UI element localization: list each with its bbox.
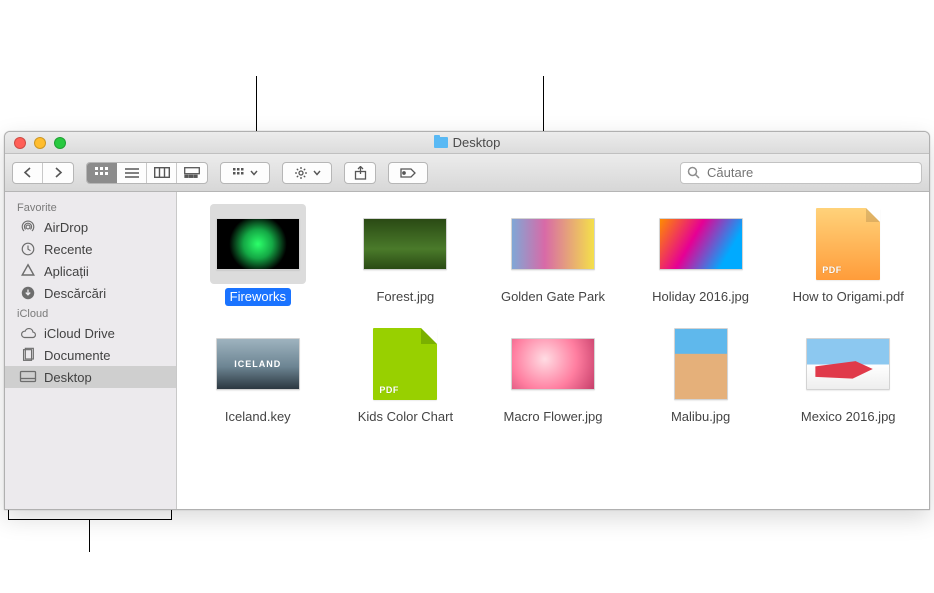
- file-name-label: Kids Color Chart: [353, 408, 458, 426]
- sidebar-item-label: Descărcări: [44, 286, 106, 301]
- documents-icon: [19, 347, 37, 363]
- file-item[interactable]: How to Origami.pdf: [777, 204, 919, 306]
- back-button[interactable]: [13, 163, 43, 183]
- search-field[interactable]: [680, 162, 922, 184]
- zoom-window-button[interactable]: [54, 137, 66, 149]
- file-name-label: Golden Gate Park: [496, 288, 610, 306]
- sidebar-item-label: iCloud Drive: [44, 326, 115, 341]
- minimize-window-button[interactable]: [34, 137, 46, 149]
- file-item[interactable]: Holiday 2016.jpg: [630, 204, 772, 306]
- file-item[interactable]: Malibu.jpg: [630, 324, 772, 426]
- list-view-button[interactable]: [117, 163, 147, 183]
- grid-icon: [95, 167, 109, 179]
- iclouddrive-icon: [19, 325, 37, 341]
- sidebar-item-iclouddrive[interactable]: iCloud Drive: [5, 322, 176, 344]
- sidebar-item-apps[interactable]: Aplicații: [5, 260, 176, 282]
- file-thumbnail: [357, 204, 453, 284]
- finder-window: Desktop: [4, 131, 930, 510]
- close-window-button[interactable]: [14, 137, 26, 149]
- file-item[interactable]: Kids Color Chart: [335, 324, 477, 426]
- forward-button[interactable]: [43, 163, 73, 183]
- group-by-button[interactable]: [220, 162, 270, 184]
- sidebar-item-label: Desktop: [44, 370, 92, 385]
- file-name-label: Mexico 2016.jpg: [796, 408, 901, 426]
- sidebar-section-header: Favorite: [5, 198, 176, 216]
- file-thumbnail: [800, 324, 896, 404]
- file-thumbnail: [505, 204, 601, 284]
- file-item[interactable]: Golden Gate Park: [482, 204, 624, 306]
- file-item[interactable]: ICELAND Iceland.key: [187, 324, 329, 426]
- search-icon: [687, 166, 700, 179]
- sidebar-item-airdrop[interactable]: AirDrop: [5, 216, 176, 238]
- file-thumbnail: [505, 324, 601, 404]
- share-icon: [354, 166, 367, 180]
- window-title: Desktop: [5, 132, 929, 153]
- tags-button[interactable]: [388, 162, 428, 184]
- chevron-left-icon: [23, 167, 32, 178]
- list-icon: [125, 168, 139, 178]
- file-thumbnail: [800, 204, 896, 284]
- file-thumbnail: [357, 324, 453, 404]
- file-browser: Fireworks Forest.jpg Golden Gate Park Holid…: [177, 192, 929, 509]
- file-name-label: Fireworks: [225, 288, 291, 306]
- desktop-icon: [19, 369, 37, 385]
- chevron-down-icon: [313, 170, 321, 176]
- sidebar-section-header: iCloud: [5, 304, 176, 322]
- sidebar-item-documents[interactable]: Documente: [5, 344, 176, 366]
- folder-icon: [434, 137, 448, 148]
- file-thumbnail: [653, 204, 749, 284]
- gallery-view-button[interactable]: [177, 163, 207, 183]
- tag-icon: [399, 167, 417, 179]
- sidebar-item-label: Aplicații: [44, 264, 89, 279]
- sidebar: Favorite AirDrop Recente Aplicații Descărcăr…: [5, 192, 177, 509]
- chevron-right-icon: [54, 167, 63, 178]
- file-name-label: How to Origami.pdf: [788, 288, 909, 306]
- airdrop-icon: [19, 219, 37, 235]
- file-name-label: Holiday 2016.jpg: [647, 288, 754, 306]
- chevron-down-icon: [250, 170, 258, 176]
- sidebar-item-recents[interactable]: Recente: [5, 238, 176, 260]
- navigation-buttons: [12, 162, 74, 184]
- file-name-label: Malibu.jpg: [666, 408, 735, 426]
- file-thumbnail: [210, 204, 306, 284]
- grid-small-icon: [233, 168, 245, 178]
- gear-icon: [294, 166, 308, 180]
- search-input[interactable]: [705, 164, 915, 181]
- file-item[interactable]: Forest.jpg: [335, 204, 477, 306]
- file-name-label: Macro Flower.jpg: [499, 408, 608, 426]
- icon-view-button[interactable]: [87, 163, 117, 183]
- file-thumbnail: ICELAND: [210, 324, 306, 404]
- file-name-label: Iceland.key: [220, 408, 296, 426]
- downloads-icon: [19, 285, 37, 301]
- file-name-label: Forest.jpg: [371, 288, 439, 306]
- sidebar-item-label: Documente: [44, 348, 110, 363]
- file-item[interactable]: Mexico 2016.jpg: [777, 324, 919, 426]
- titlebar: Desktop: [5, 132, 929, 154]
- action-menu-button[interactable]: [282, 162, 332, 184]
- sidebar-item-label: AirDrop: [44, 220, 88, 235]
- recents-icon: [19, 241, 37, 257]
- view-mode-switch: [86, 162, 208, 184]
- window-controls: [14, 137, 66, 149]
- file-item[interactable]: Macro Flower.jpg: [482, 324, 624, 426]
- share-button[interactable]: [344, 162, 376, 184]
- window-title-text: Desktop: [453, 135, 501, 150]
- sidebar-item-downloads[interactable]: Descărcări: [5, 282, 176, 304]
- toolbar: [5, 154, 929, 192]
- apps-icon: [19, 263, 37, 279]
- file-thumbnail: [653, 324, 749, 404]
- sidebar-item-desktop[interactable]: Desktop: [5, 366, 176, 388]
- columns-icon: [154, 167, 170, 178]
- sidebar-item-label: Recente: [44, 242, 92, 257]
- gallery-icon: [184, 167, 200, 178]
- column-view-button[interactable]: [147, 163, 177, 183]
- file-item[interactable]: Fireworks: [187, 204, 329, 306]
